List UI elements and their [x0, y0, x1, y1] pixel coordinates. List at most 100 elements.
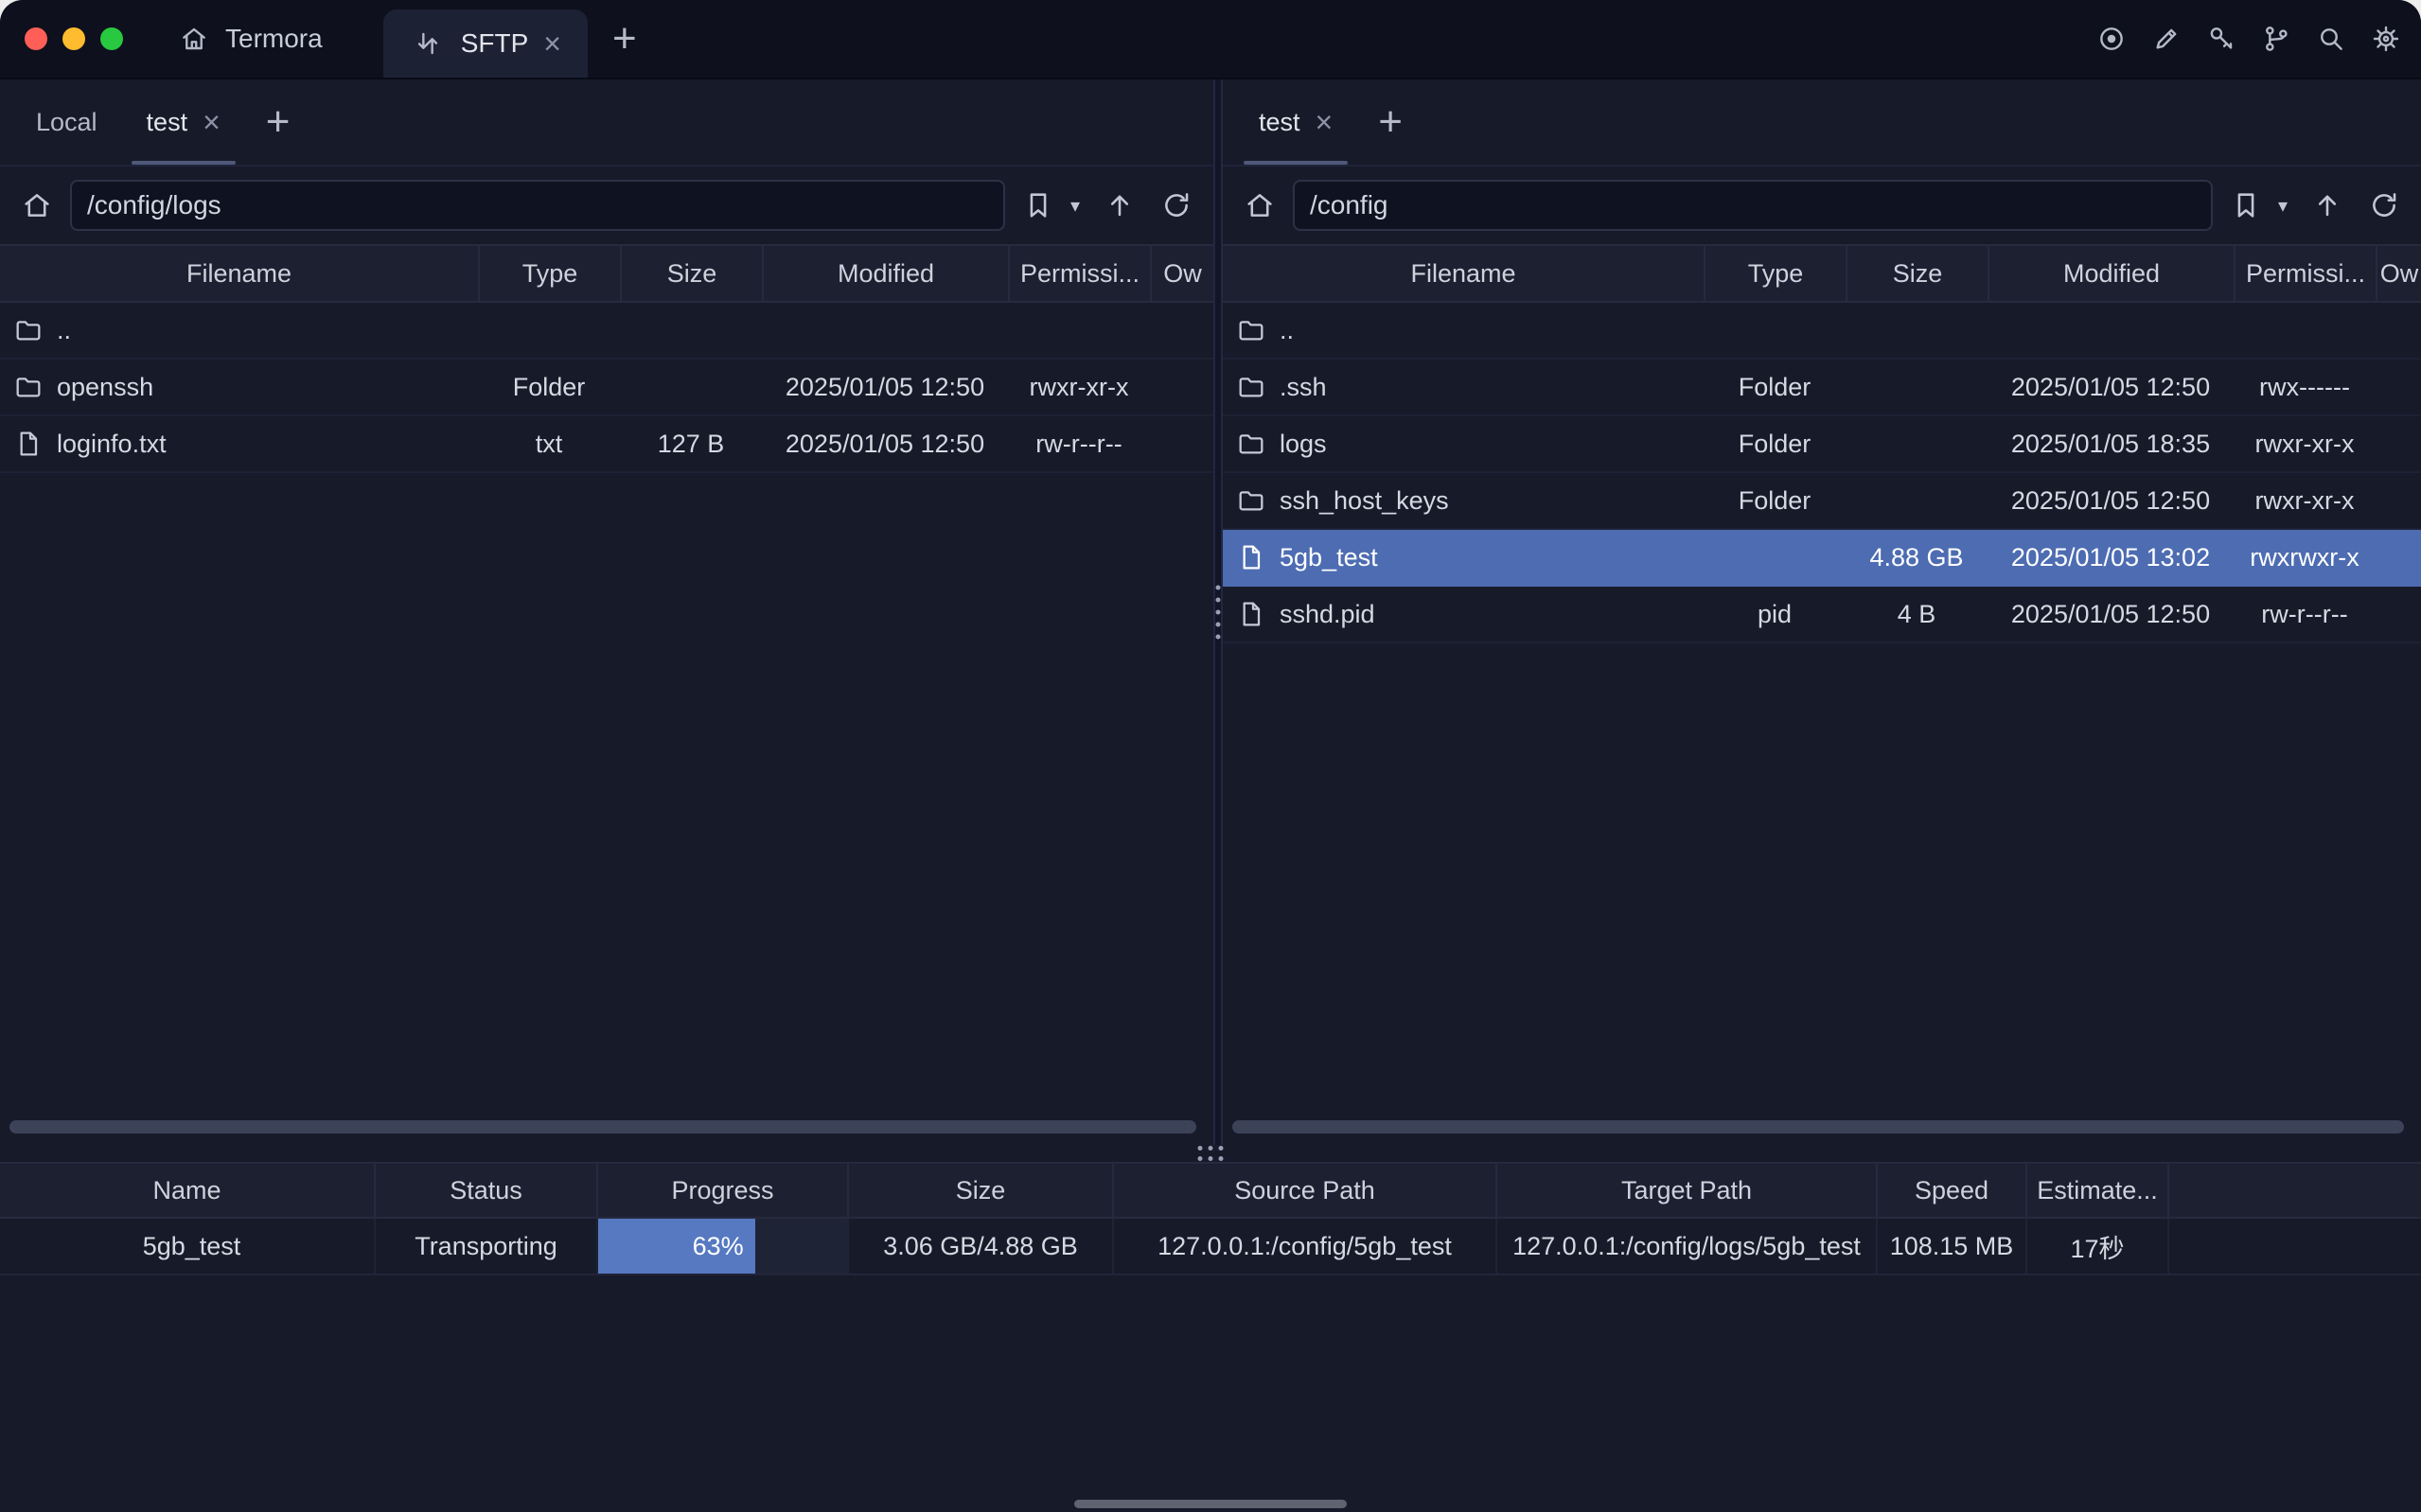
- column-header-estimate[interactable]: Estimate...: [2025, 1162, 2167, 1219]
- file-row[interactable]: openssh Folder 2025/01/05 12:50 rwxr-xr-…: [0, 360, 1213, 416]
- pane-tab[interactable]: test ×: [122, 79, 245, 165]
- transfer-row[interactable]: 5gb_test Transporting 63% 3.06 GB/4.88 G…: [0, 1219, 2421, 1275]
- close-icon[interactable]: ×: [203, 107, 221, 137]
- column-header-permissions[interactable]: Permissi...: [2234, 244, 2376, 303]
- folder-icon: [1236, 315, 1266, 345]
- transfer-source-path: 127.0.0.1:/config/5gb_test: [1112, 1219, 1495, 1275]
- file-type: pid: [1704, 587, 1846, 643]
- bottom-scrollbar-thumb[interactable]: [1074, 1500, 1347, 1508]
- right-file-list: ..: [1223, 303, 2421, 643]
- file-permissions: [2234, 303, 2376, 360]
- pane-tab[interactable]: test ×: [1234, 79, 1357, 165]
- column-header-progress[interactable]: Progress: [596, 1162, 847, 1219]
- key-button[interactable]: [2203, 21, 2239, 57]
- zoom-window-button[interactable]: [100, 27, 123, 50]
- column-header-modified[interactable]: Modified: [1988, 244, 2234, 303]
- column-header-type[interactable]: Type: [1704, 244, 1846, 303]
- file-row[interactable]: sshd.pid pid 4 B 2025/01/05 12:50 rw-r--…: [1223, 587, 2421, 643]
- column-header-name[interactable]: Name: [0, 1162, 374, 1219]
- column-header-size[interactable]: Size: [620, 244, 762, 303]
- bookmark-icon: [2230, 189, 2262, 221]
- column-header-target-path[interactable]: Target Path: [1495, 1162, 1876, 1219]
- tab-termora[interactable]: Termora: [148, 0, 351, 78]
- file-size: [1846, 360, 1988, 416]
- column-header-speed[interactable]: Speed: [1876, 1162, 2025, 1219]
- key-icon: [2206, 24, 2236, 54]
- search-icon: [2316, 24, 2346, 54]
- file-row[interactable]: loginfo.txt txt 127 B 2025/01/05 12:50 r…: [0, 416, 1213, 473]
- horizontal-splitter[interactable]: [0, 1145, 2421, 1162]
- parent-directory-button[interactable]: [2304, 182, 2351, 229]
- record-icon: [2096, 24, 2127, 54]
- branch-button[interactable]: [2258, 21, 2294, 57]
- transfer-arrows-icon: [410, 26, 446, 62]
- search-button[interactable]: [2313, 21, 2349, 57]
- close-icon[interactable]: ×: [1316, 107, 1334, 137]
- column-header-size[interactable]: Size: [847, 1162, 1112, 1219]
- app-tab-label: Termora: [225, 24, 323, 54]
- branch-icon: [2261, 24, 2291, 54]
- home-button[interactable]: [13, 182, 61, 229]
- column-header-modified[interactable]: Modified: [762, 244, 1008, 303]
- add-pane-tab-button[interactable]: +: [245, 79, 311, 165]
- refresh-button[interactable]: [2360, 182, 2408, 229]
- file-row[interactable]: 5gb_test 4.88 GB 2025/01/05 13:02 rwxrwx…: [1223, 530, 2421, 587]
- horizontal-scrollbar-thumb[interactable]: [1232, 1120, 2404, 1134]
- file-row[interactable]: ..: [1223, 303, 2421, 360]
- file-row[interactable]: logs Folder 2025/01/05 18:35 rwxr-xr-x: [1223, 416, 2421, 473]
- column-header-type[interactable]: Type: [478, 244, 620, 303]
- refresh-icon: [1160, 189, 1193, 221]
- transfer-size: 3.06 GB/4.88 GB: [847, 1219, 1112, 1275]
- column-header-size[interactable]: Size: [1846, 244, 1988, 303]
- tab-sftp[interactable]: SFTP ×: [383, 9, 588, 78]
- folder-icon: [1236, 429, 1266, 459]
- add-tab-button[interactable]: +: [588, 0, 662, 78]
- file-permissions: rwxrwxr-x: [2234, 530, 2376, 587]
- column-header-filename[interactable]: Filename: [1223, 244, 1704, 303]
- progress-bar: 63%: [596, 1219, 847, 1275]
- file-name: loginfo.txt: [57, 430, 167, 459]
- file-row[interactable]: ..: [0, 303, 1213, 360]
- vertical-splitter[interactable]: [1213, 79, 1223, 1145]
- column-header-permissions[interactable]: Permissi...: [1008, 244, 1150, 303]
- close-window-button[interactable]: [25, 27, 47, 50]
- home-button[interactable]: [1236, 182, 1283, 229]
- file-size: [1846, 416, 1988, 473]
- main-area: Local test × +: [0, 79, 2421, 1512]
- column-header-owner[interactable]: Ow: [1150, 244, 1213, 303]
- file-row[interactable]: ssh_host_keys Folder 2025/01/05 12:50 rw…: [1223, 473, 2421, 530]
- record-button[interactable]: [2094, 21, 2129, 57]
- close-icon[interactable]: ×: [543, 28, 561, 59]
- file-name: sshd.pid: [1280, 600, 1375, 629]
- minimize-window-button[interactable]: [62, 27, 85, 50]
- column-header-owner[interactable]: Ow: [2376, 244, 2421, 303]
- file-owner: [2376, 303, 2421, 360]
- file-row[interactable]: .ssh Folder 2025/01/05 12:50 rwx------: [1223, 360, 2421, 416]
- file-size: 4.88 GB: [1846, 530, 1988, 587]
- pane-tab[interactable]: Local: [11, 79, 122, 165]
- refresh-icon: [2368, 189, 2400, 221]
- edit-button[interactable]: [2148, 21, 2184, 57]
- chevron-down-icon[interactable]: ▾: [2271, 194, 2294, 218]
- pane-tab-label: test: [147, 108, 188, 137]
- path-input[interactable]: [70, 180, 1005, 231]
- left-table-header: Filename Type Size Modified Permissi... …: [0, 244, 1213, 303]
- settings-button[interactable]: [2368, 21, 2404, 57]
- chevron-down-icon[interactable]: ▾: [1064, 194, 1087, 218]
- path-input[interactable]: [1293, 180, 2213, 231]
- column-header-source-path[interactable]: Source Path: [1112, 1162, 1495, 1219]
- pane-tab-label: test: [1259, 108, 1300, 137]
- refresh-button[interactable]: [1153, 182, 1200, 229]
- app-window: Termora SFTP × +: [0, 0, 2421, 1512]
- file-modified: 2025/01/05 12:50: [1988, 360, 2234, 416]
- file-icon: [1236, 542, 1266, 572]
- horizontal-scrollbar-thumb[interactable]: [9, 1120, 1196, 1134]
- column-header-status[interactable]: Status: [374, 1162, 596, 1219]
- bookmark-button[interactable]: [2222, 182, 2270, 229]
- parent-directory-button[interactable]: [1096, 182, 1143, 229]
- add-pane-tab-button[interactable]: +: [1357, 79, 1423, 165]
- home-icon: [176, 21, 212, 57]
- bookmark-button[interactable]: [1015, 182, 1062, 229]
- transfer-list: 5gb_test Transporting 63% 3.06 GB/4.88 G…: [0, 1219, 2421, 1275]
- column-header-filename[interactable]: Filename: [0, 244, 478, 303]
